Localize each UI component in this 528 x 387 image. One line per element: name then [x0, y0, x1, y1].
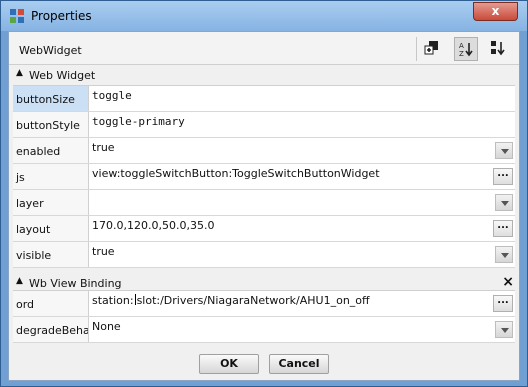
ok-button[interactable]: OK	[199, 354, 259, 374]
property-row-degradeBehav[interactable]: degradeBehav None	[13, 317, 515, 343]
text-cursor	[134, 294, 136, 305]
property-name: layer	[13, 190, 89, 215]
dialog-body: WebWidget A Z ▲ Web Widget buttonSize to…	[8, 31, 520, 381]
title-bar[interactable]: Properties x	[1, 1, 527, 31]
add-slot-icon	[424, 41, 438, 55]
cancel-button[interactable]: Cancel	[269, 354, 329, 374]
property-row-buttonStyle[interactable]: buttonStyle toggle-primary	[13, 112, 515, 138]
property-value-select[interactable]	[90, 190, 515, 215]
properties-header: WebWidget A Z	[9, 32, 519, 65]
property-row-layout[interactable]: layout 170.0,120.0,50.0,35.0 ...	[13, 216, 515, 242]
section-wb-view-binding[interactable]: ▲ Wb View Binding ×	[13, 274, 516, 291]
property-value-select[interactable]: true	[90, 138, 515, 163]
property-name: visible	[13, 242, 89, 267]
window-close-button[interactable]: x	[473, 2, 518, 21]
ellipsis-button[interactable]: ...	[493, 220, 513, 237]
section-label: Wb View Binding	[29, 277, 122, 290]
property-name: buttonSize	[13, 86, 89, 111]
collapse-chevron-icon[interactable]: ▲	[16, 276, 23, 286]
property-row-buttonSize[interactable]: buttonSize toggle	[13, 86, 515, 112]
property-value-input[interactable]: station: slot:/Drivers/NiagaraNetwork/AHU…	[90, 291, 515, 316]
ord-text-after-cursor: slot:/Drivers/NiagaraNetwork/AHU1_on_off	[136, 294, 370, 307]
property-name: layout	[13, 216, 89, 241]
component-title: WebWidget	[19, 44, 82, 57]
chevron-down-icon[interactable]	[495, 321, 513, 338]
property-name: enabled	[13, 138, 89, 163]
property-row-ord[interactable]: ord station: slot:/Drivers/NiagaraNetwork…	[13, 291, 515, 317]
property-value-input[interactable]: 170.0,120.0,50.0,35.0	[90, 216, 515, 241]
binding-property-grid: ord station: slot:/Drivers/NiagaraNetwork…	[13, 290, 515, 343]
property-value-select[interactable]: None	[90, 317, 515, 342]
add-slot-button[interactable]	[421, 37, 445, 61]
property-value-input[interactable]: view:toggleSwitchButton:ToggleSwitchButt…	[90, 164, 515, 189]
property-name: ord	[13, 291, 89, 316]
sort-alpha-icon: A Z	[459, 42, 473, 57]
section-web-widget[interactable]: ▲ Web Widget	[13, 67, 516, 83]
section-label: Web Widget	[29, 69, 96, 82]
property-value-input[interactable]: toggle-primary	[90, 112, 515, 137]
property-row-layer[interactable]: layer	[13, 190, 515, 216]
properties-dialog: Properties x WebWidget A Z ▲ Web Widget …	[0, 0, 528, 387]
chevron-down-icon[interactable]	[495, 142, 513, 159]
property-name: degradeBehav	[13, 317, 89, 342]
property-row-js[interactable]: js view:toggleSwitchButton:ToggleSwitchB…	[13, 164, 515, 190]
property-value-select[interactable]: true	[90, 242, 515, 267]
property-row-visible[interactable]: visible true	[13, 242, 515, 268]
sort-order-icon	[491, 41, 505, 56]
web-widget-property-grid: buttonSize toggle buttonStyle toggle-pri…	[13, 85, 515, 268]
property-name: js	[13, 164, 89, 189]
remove-binding-icon[interactable]: ×	[502, 274, 514, 290]
chevron-down-icon[interactable]	[495, 194, 513, 211]
ellipsis-button[interactable]: ...	[493, 168, 513, 185]
property-value-input[interactable]: toggle	[90, 86, 515, 111]
chevron-down-icon[interactable]	[495, 246, 513, 263]
close-icon: x	[491, 4, 500, 18]
toolbar-divider	[416, 37, 417, 61]
svg-text:A: A	[459, 42, 464, 50]
window-title: Properties	[31, 9, 92, 23]
sort-order-button[interactable]	[487, 37, 511, 61]
collapse-chevron-icon[interactable]: ▲	[16, 68, 23, 78]
svg-text:Z: Z	[459, 50, 464, 57]
ellipsis-button[interactable]: ...	[493, 295, 513, 312]
ord-text-before-cursor: station:	[92, 294, 134, 307]
properties-app-icon	[9, 8, 25, 24]
property-name: buttonStyle	[13, 112, 89, 137]
property-row-enabled[interactable]: enabled true	[13, 138, 515, 164]
sort-alpha-button[interactable]: A Z	[454, 37, 478, 61]
